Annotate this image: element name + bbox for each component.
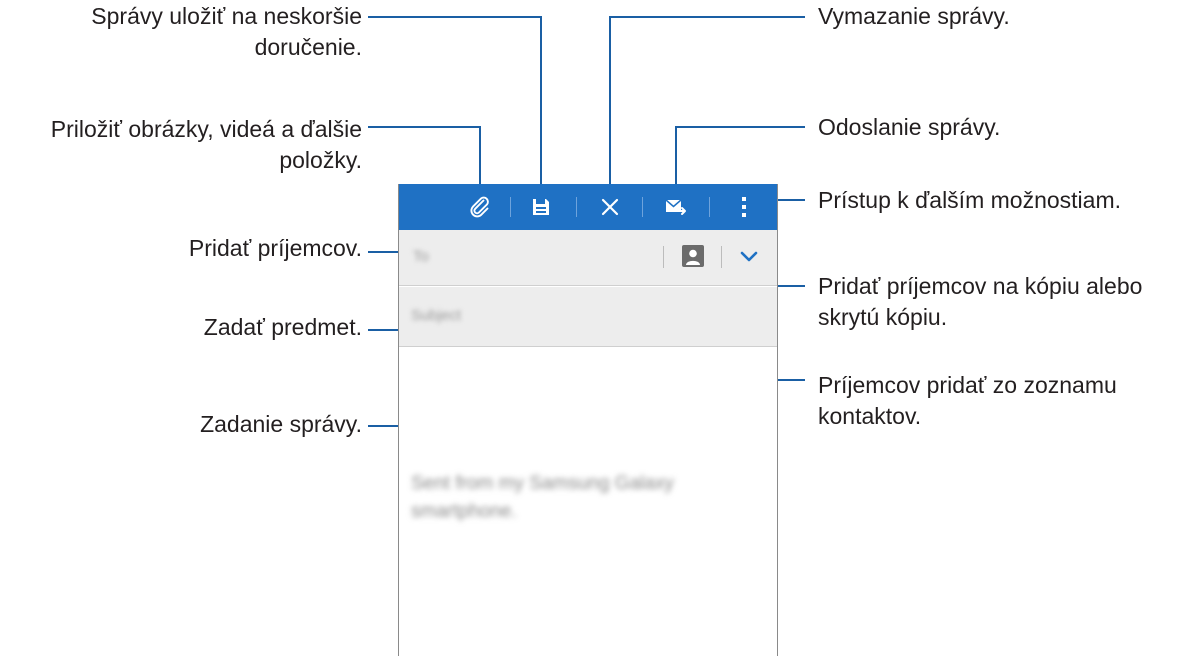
- callout-add-recipients: Pridať príjemcov.: [120, 233, 362, 264]
- save-button[interactable]: [520, 184, 562, 230]
- callout-save-line2: doručenie.: [254, 34, 362, 60]
- leader-attach-v: [479, 126, 481, 184]
- action-separator: [642, 197, 643, 217]
- attach-button[interactable]: [459, 184, 501, 230]
- recipient-field[interactable]: To: [399, 230, 777, 286]
- leader-attach-h: [368, 126, 481, 128]
- callout-delete: Vymazanie správy.: [818, 1, 1010, 32]
- leader-send-v: [675, 126, 677, 184]
- contact-card-icon: [686, 249, 700, 265]
- callout-send-text: Odoslanie správy.: [818, 114, 1001, 140]
- callout-compose-text: Zadanie správy.: [200, 411, 362, 437]
- action-separator: [709, 197, 710, 217]
- callout-contacts-line2: kontaktov.: [818, 403, 922, 429]
- callout-cc-bcc: Pridať príjemcov na kópiu alebo skrytú k…: [818, 271, 1142, 333]
- chevron-down-icon: [740, 251, 758, 262]
- leader-delete-v: [609, 16, 611, 184]
- callout-subject: Zadať predmet.: [120, 312, 362, 343]
- callout-save-line1: Správy uložiť na neskoršie: [91, 3, 362, 29]
- callout-more-text: Prístup k ďalším možnostiam.: [818, 187, 1121, 213]
- subject-placeholder: Subject: [411, 307, 462, 324]
- close-icon: [601, 198, 619, 216]
- action-bar: [399, 184, 777, 230]
- paperclip-icon: [470, 196, 489, 218]
- delete-button[interactable]: [589, 184, 631, 230]
- callout-send: Odoslanie správy.: [818, 112, 1000, 143]
- action-separator: [510, 197, 511, 217]
- leader-send-h: [675, 126, 805, 128]
- field-separator: [663, 246, 664, 268]
- callout-save: Správy uložiť na neskoršie doručenie.: [55, 1, 362, 63]
- callout-attach-line1: Priložiť obrázky, videá a ďalšie: [50, 116, 362, 142]
- callout-attach-line2: položky.: [279, 147, 362, 173]
- callout-attach: Priložiť obrázky, videá a ďalšie položky…: [2, 114, 362, 176]
- send-mail-icon: [665, 199, 686, 215]
- callout-cc-bcc-line1: Pridať príjemcov na kópiu alebo: [818, 273, 1143, 299]
- floppy-disk-icon: [533, 199, 549, 215]
- callout-cc-bcc-line2: skrytú kópiu.: [818, 304, 948, 330]
- more-options-button[interactable]: [729, 184, 759, 230]
- callout-contacts: Príjemcov pridať zo zoznamu kontaktov.: [818, 370, 1117, 432]
- callout-more: Prístup k ďalším možnostiam.: [818, 185, 1121, 216]
- leader-save-h: [368, 16, 541, 18]
- email-compose-screen: To Subject Sent from my Samsung Galaxy s…: [398, 184, 778, 656]
- send-button[interactable]: [655, 184, 697, 230]
- callout-subject-text: Zadať predmet.: [203, 314, 362, 340]
- callout-delete-text: Vymazanie správy.: [818, 3, 1010, 29]
- leader-delete-h: [609, 16, 805, 18]
- callout-contacts-line1: Príjemcov pridať zo zoznamu: [818, 372, 1117, 398]
- more-vertical-icon: [742, 197, 746, 217]
- action-separator: [576, 197, 577, 217]
- field-separator: [721, 246, 722, 268]
- expand-cc-bcc-button[interactable]: [735, 244, 763, 270]
- message-body-text[interactable]: Sent from my Samsung Galaxy smartphone.: [411, 470, 741, 526]
- subject-field[interactable]: Subject: [399, 287, 777, 347]
- contacts-button[interactable]: [682, 245, 704, 267]
- leader-save-v: [540, 16, 542, 184]
- callout-add-recipients-text: Pridať príjemcov.: [188, 235, 362, 261]
- callout-compose: Zadanie správy.: [120, 409, 362, 440]
- recipient-placeholder: To: [413, 248, 429, 265]
